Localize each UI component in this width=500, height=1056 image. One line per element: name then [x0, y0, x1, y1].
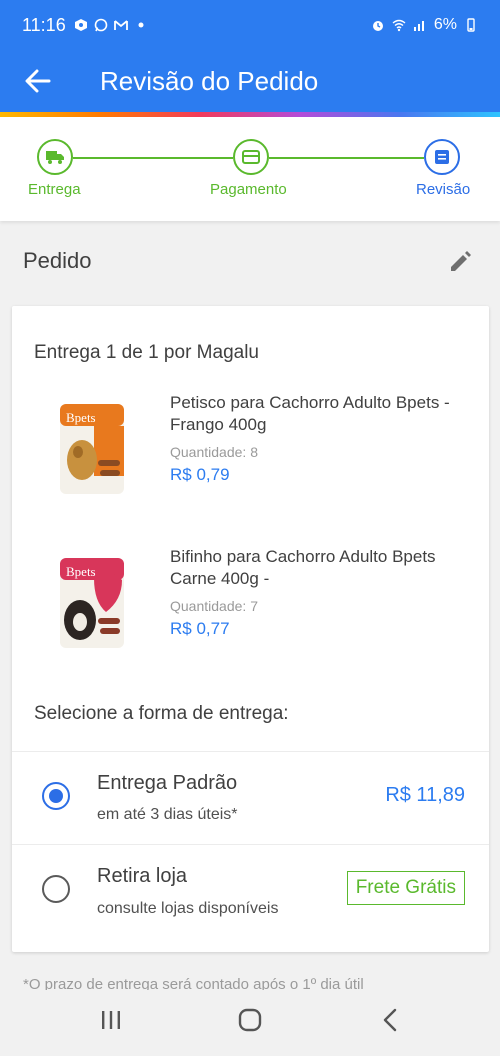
receipt-icon — [435, 150, 449, 164]
step-entrega[interactable] — [37, 139, 73, 175]
dot-icon — [138, 22, 144, 28]
svg-text:Bpets: Bpets — [66, 410, 96, 425]
edit-order-button[interactable] — [446, 246, 476, 276]
product-image: Bpets — [56, 402, 128, 496]
status-time: 11:16 — [22, 14, 66, 35]
checkout-stepper: Entrega Pagamento Revisão — [0, 117, 500, 221]
quantity-label: Quantidade: — [170, 444, 247, 460]
status-bar: 11:16 6% — [0, 0, 500, 50]
gmail-icon — [113, 20, 128, 30]
system-nav-bar — [0, 990, 500, 1056]
quantity-value: 7 — [250, 598, 258, 614]
pencil-icon — [451, 251, 471, 271]
product-quantity: Quantidade: 8 — [170, 444, 460, 460]
product-name: Bifinho para Cachorro Adulto Bpets Carne… — [170, 547, 436, 588]
product-price: R$ 0,77 — [170, 619, 230, 638]
radio-padrao[interactable] — [42, 782, 70, 810]
chevron-left-icon — [383, 1008, 397, 1032]
battery-percent: 6% — [433, 16, 457, 33]
arrow-left-icon — [25, 69, 51, 93]
order-card: Entrega 1 de 1 por Magalu Bpets Petisco … — [12, 306, 489, 952]
order-section-title: Pedido — [23, 248, 92, 273]
step-pagamento[interactable] — [233, 139, 269, 175]
step-label-revisao: Revisão — [416, 181, 471, 198]
system-icons: 6% — [371, 16, 478, 34]
step-label-entrega: Entrega — [28, 181, 81, 198]
step-connector-1 — [73, 157, 233, 159]
recent-apps-button[interactable] — [91, 1004, 131, 1036]
step-connector-2 — [269, 157, 424, 159]
product-info: Bifinho para Cachorro Adulto Bpets Carne… — [170, 546, 460, 639]
delivery-heading: Entrega 1 de 1 por Magalu — [34, 342, 259, 363]
list-item[interactable]: Bpets Petisco para Cachorro Adulto Bpets… — [12, 392, 489, 512]
shipping-subtitle: consulte lojas disponíveis — [97, 900, 279, 917]
back-nav-button[interactable] — [370, 1004, 410, 1036]
product-image: Bpets — [56, 556, 128, 650]
step-revisao[interactable] — [424, 139, 460, 175]
shipping-name: Entrega Padrão — [97, 772, 238, 794]
whatsapp-icon — [94, 18, 108, 32]
product-quantity: Quantidade: 7 — [170, 598, 460, 614]
recents-icon — [102, 1011, 120, 1029]
truck-icon — [46, 151, 64, 164]
home-button[interactable] — [230, 1004, 270, 1036]
app-bar: Revisão do Pedido — [0, 50, 500, 112]
card-icon — [242, 150, 260, 164]
shipping-option-padrao[interactable]: Entrega Padrão em até 3 dias úteis* R$ 1… — [12, 752, 489, 842]
quantity-value: 8 — [250, 444, 258, 460]
product-info: Petisco para Cachorro Adulto Bpets - Fra… — [170, 392, 460, 485]
radio-retira-loja[interactable] — [42, 875, 70, 903]
battery-icon — [467, 18, 475, 32]
product-price: R$ 0,79 — [170, 465, 230, 484]
product-name: Petisco para Cachorro Adulto Bpets - Fra… — [170, 393, 450, 434]
notification-icons — [74, 18, 148, 32]
signal-icon — [413, 21, 424, 31]
shipping-option-retira-loja[interactable]: Retira loja consulte lojas disponíveis F… — [12, 845, 489, 935]
back-button[interactable] — [0, 50, 76, 112]
free-shipping-badge: Frete Grátis — [346, 871, 465, 905]
list-item[interactable]: Bpets Bifinho para Cachorro Adulto Bpets… — [12, 546, 489, 666]
svg-text:Bpets: Bpets — [66, 564, 96, 579]
wifi-icon — [392, 19, 406, 32]
home-icon — [238, 1008, 262, 1032]
shipping-name: Retira loja — [97, 865, 188, 887]
hexagon-icon — [74, 19, 87, 31]
shipping-price: R$ 11,89 — [385, 784, 465, 806]
shipping-heading: Selecione a forma de entrega: — [34, 703, 289, 724]
step-label-pagamento: Pagamento — [210, 181, 287, 198]
shipping-subtitle: em até 3 dias úteis* — [97, 806, 238, 823]
alarm-icon — [372, 21, 383, 31]
quantity-label: Quantidade: — [170, 598, 247, 614]
page-title: Revisão do Pedido — [100, 65, 319, 96]
